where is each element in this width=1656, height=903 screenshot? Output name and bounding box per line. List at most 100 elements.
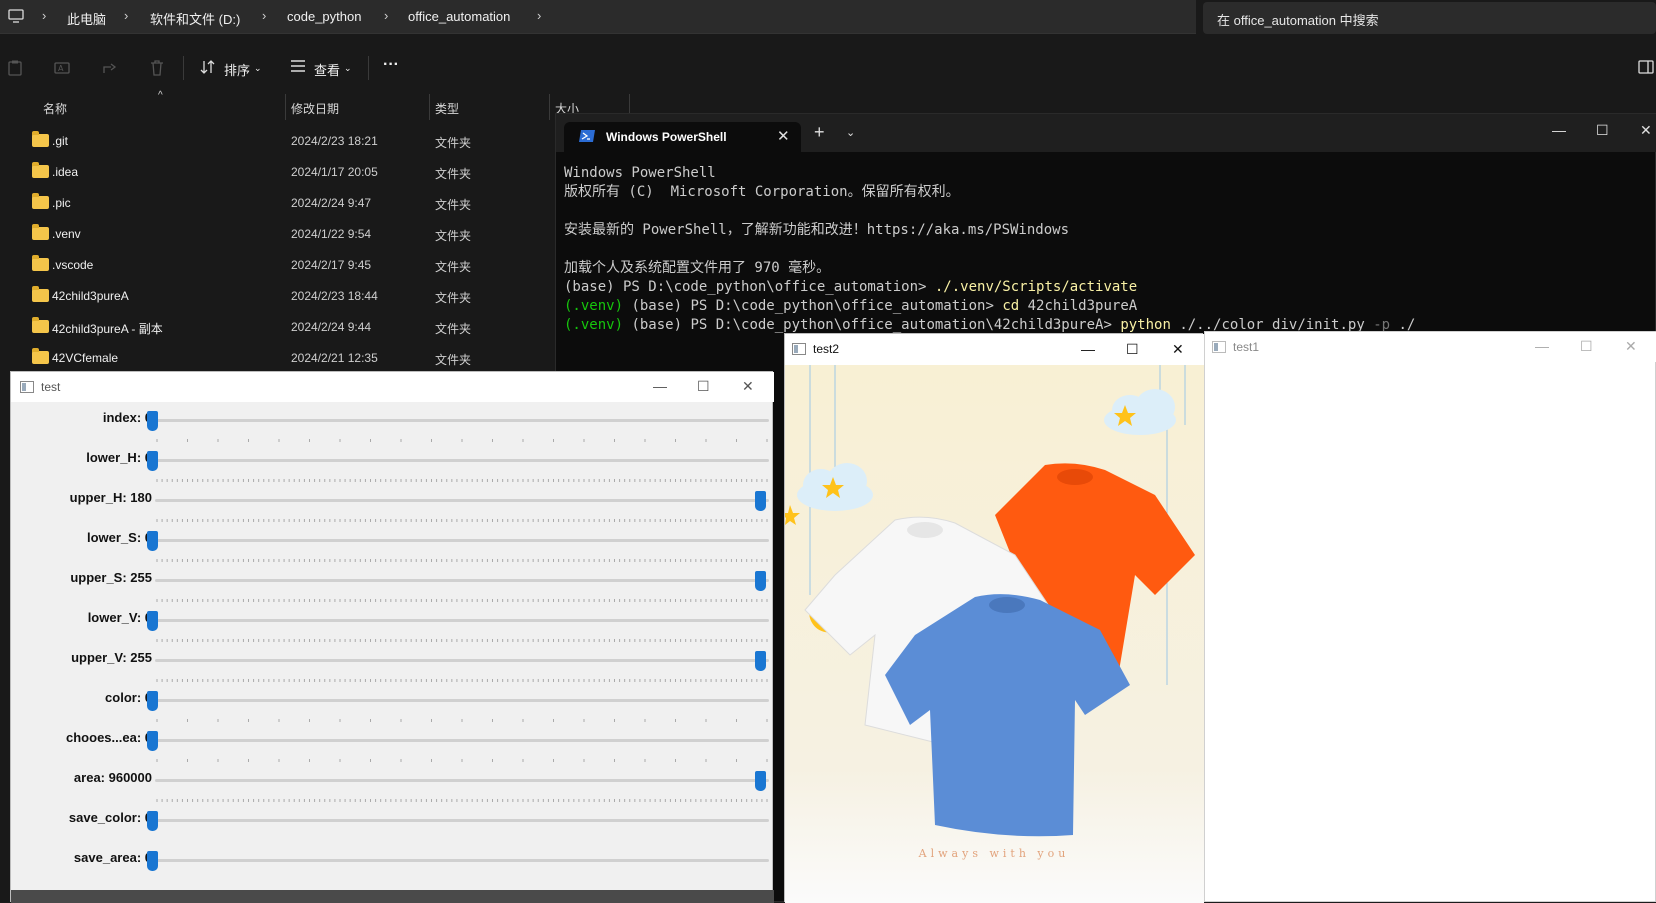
breadcrumb-code-python[interactable]: code_python: [287, 9, 361, 24]
minimize-icon[interactable]: —: [1081, 341, 1095, 357]
share-icon[interactable]: [102, 60, 118, 76]
folder-icon: [32, 131, 49, 147]
terminal-titlebar[interactable]: Windows PowerShell ✕ + ⌄ — ☐ ✕: [556, 114, 1656, 152]
trackbar-track[interactable]: [155, 779, 769, 782]
sort-icon[interactable]: [200, 60, 216, 74]
trackbar-thumb[interactable]: [147, 451, 158, 471]
trackbar-track[interactable]: [155, 659, 769, 662]
trackbar-track[interactable]: [155, 499, 769, 502]
rename-icon[interactable]: A: [54, 60, 70, 76]
window-titlebar[interactable]: test1 — ☐ ✕: [1205, 332, 1656, 362]
trackbar-thumb[interactable]: [755, 651, 766, 671]
breadcrumb-this-pc[interactable]: 此电脑: [67, 9, 106, 28]
column-divider[interactable]: [285, 94, 286, 120]
minimize-icon[interactable]: —: [1552, 122, 1566, 138]
trackbar-thumb[interactable]: [147, 411, 158, 431]
terminal-output[interactable]: Windows PowerShell 版权所有 (C) Microsoft Co…: [564, 164, 1649, 335]
chevron-down-icon: ⌄: [344, 63, 352, 73]
file-date: 2024/2/24 9:47: [291, 196, 372, 210]
trackbar[interactable]: index: 0: [11, 410, 774, 449]
view-button[interactable]: 查看: [314, 60, 340, 79]
trackbar[interactable]: area: 960000: [11, 770, 774, 809]
trackbar-track[interactable]: [155, 859, 769, 862]
maximize-icon[interactable]: ☐: [1596, 122, 1609, 139]
file-name: .venv: [52, 227, 81, 241]
file-name: 42child3pureA - 副本: [52, 322, 163, 336]
chevron-right-icon[interactable]: ›: [537, 8, 541, 23]
file-row[interactable]: 42child3pureA - 副本 2024/2/24 9:44 文件夹: [12, 312, 557, 343]
trackbar[interactable]: lower_H: 0: [11, 450, 774, 489]
trackbar-thumb[interactable]: [147, 851, 158, 871]
more-options-button[interactable]: ···: [383, 56, 399, 74]
terminal-tab[interactable]: Windows PowerShell ✕: [564, 122, 801, 152]
file-row[interactable]: .idea 2024/1/17 20:05 文件夹: [12, 157, 557, 188]
sort-button[interactable]: 排序: [224, 60, 250, 79]
breadcrumb-office-automation[interactable]: office_automation: [408, 9, 510, 24]
trackbar[interactable]: lower_S: 0: [11, 530, 774, 569]
maximize-icon[interactable]: ☐: [697, 378, 710, 395]
trackbar-label: lower_H: 0: [86, 450, 152, 465]
trackbar[interactable]: save_area: 0: [11, 850, 774, 889]
trackbar-track[interactable]: [155, 619, 769, 622]
minimize-icon[interactable]: —: [653, 378, 667, 394]
trackbar[interactable]: upper_S: 255: [11, 570, 774, 609]
chevron-down-icon[interactable]: ⌄: [846, 126, 855, 139]
minimize-icon[interactable]: —: [1535, 338, 1549, 354]
column-header-name[interactable]: 名称: [43, 100, 67, 117]
window-titlebar[interactable]: test2 — ☐ ✕: [785, 334, 1204, 365]
trackbar[interactable]: chooes...ea: 0: [11, 730, 774, 769]
trackbar-thumb[interactable]: [147, 611, 158, 631]
folder-icon: [32, 162, 49, 178]
trackbar-thumb[interactable]: [755, 491, 766, 511]
close-icon[interactable]: ✕: [1625, 338, 1637, 355]
trackbar-track[interactable]: [155, 459, 769, 462]
prompt-text: (base) PS D:\code_python\office_automati…: [564, 279, 935, 295]
trackbar[interactable]: save_color: 0: [11, 810, 774, 849]
window-titlebar[interactable]: test — ☐ ✕: [11, 372, 774, 402]
maximize-icon[interactable]: ☐: [1580, 338, 1593, 355]
column-divider[interactable]: [429, 94, 430, 120]
trackbar-ticks: [156, 599, 768, 602]
trackbar-track[interactable]: [155, 739, 769, 742]
view-icon[interactable]: [290, 60, 306, 72]
trackbar-thumb[interactable]: [755, 571, 766, 591]
maximize-icon[interactable]: ☐: [1126, 341, 1139, 358]
trackbar-thumb[interactable]: [147, 531, 158, 551]
trackbar[interactable]: upper_H: 180: [11, 490, 774, 529]
address-bar[interactable]: › 此电脑 › 软件和文件 (D:) › code_python › offic…: [0, 0, 1196, 34]
trackbar-track[interactable]: [155, 539, 769, 542]
column-header-date[interactable]: 修改日期: [291, 100, 339, 117]
trackbar-thumb[interactable]: [147, 691, 158, 711]
paste-icon[interactable]: [8, 60, 22, 76]
trackbar-track[interactable]: [155, 419, 769, 422]
breadcrumb-drive-d[interactable]: 软件和文件 (D:): [150, 9, 240, 28]
column-divider[interactable]: [549, 94, 550, 120]
file-row[interactable]: .vscode 2024/2/17 9:45 文件夹: [12, 250, 557, 281]
chevron-right-icon: ›: [42, 8, 47, 23]
details-pane-icon[interactable]: [1638, 60, 1654, 74]
window-app-icon: [1212, 341, 1226, 353]
file-row[interactable]: 42child3pureA 2024/2/23 18:44 文件夹: [12, 281, 557, 312]
column-header-type[interactable]: 类型: [435, 100, 459, 117]
trackbar-track[interactable]: [155, 819, 769, 822]
close-icon[interactable]: ✕: [1172, 341, 1184, 358]
close-tab-icon[interactable]: ✕: [777, 127, 790, 145]
file-row[interactable]: .venv 2024/1/22 9:54 文件夹: [12, 219, 557, 250]
close-icon[interactable]: ✕: [1640, 122, 1652, 139]
file-row[interactable]: .pic 2024/2/24 9:47 文件夹: [12, 188, 557, 219]
trackbar-track[interactable]: [155, 579, 769, 582]
trackbar[interactable]: upper_V: 255: [11, 650, 774, 689]
close-icon[interactable]: ✕: [742, 378, 754, 395]
trackbar-track[interactable]: [155, 699, 769, 702]
delete-icon[interactable]: [150, 60, 164, 76]
trackbar[interactable]: color: 0: [11, 690, 774, 729]
trackbar-thumb[interactable]: [147, 811, 158, 831]
file-date: 2024/2/23 18:44: [291, 289, 378, 303]
file-row[interactable]: .git 2024/2/23 18:21 文件夹: [12, 126, 557, 157]
trackbar-thumb[interactable]: [147, 731, 158, 751]
trackbar[interactable]: lower_V: 0: [11, 610, 774, 649]
file-row[interactable]: 42VCfemale 2024/2/21 12:35 文件夹: [12, 343, 557, 374]
search-input[interactable]: 在 office_automation 中搜索: [1203, 2, 1656, 34]
trackbar-thumb[interactable]: [755, 771, 766, 791]
new-tab-button[interactable]: +: [814, 122, 825, 143]
